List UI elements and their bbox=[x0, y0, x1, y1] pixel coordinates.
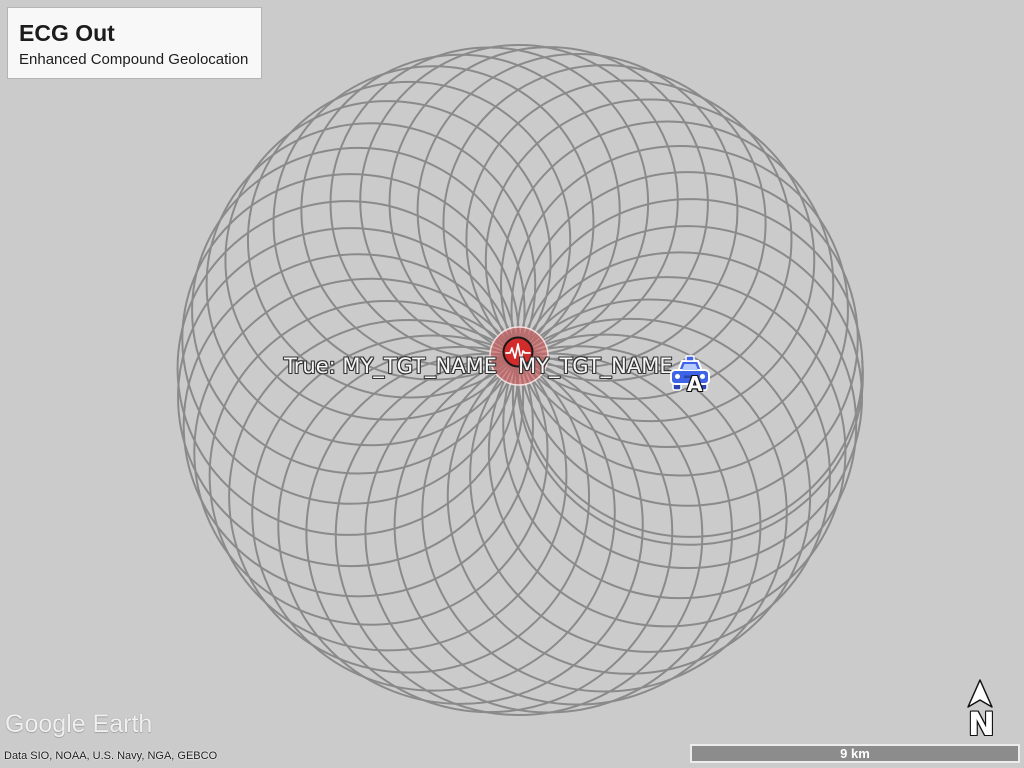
target-label[interactable]: MY_TGT_NAME bbox=[518, 354, 673, 378]
north-compass[interactable]: N bbox=[964, 678, 996, 743]
vehicle-label[interactable]: A bbox=[687, 373, 702, 395]
legend-panel: ECG Out Enhanced Compound Geolocation bbox=[7, 7, 262, 79]
geolocation-ring bbox=[336, 356, 703, 715]
geolocation-ring bbox=[390, 47, 708, 359]
map-view[interactable]: ECG Out Enhanced Compound Geolocation Tr… bbox=[0, 0, 1024, 768]
geolocation-ring bbox=[365, 353, 732, 712]
scale-bar: 9 km bbox=[690, 744, 1020, 763]
compass-north-label: N bbox=[968, 705, 995, 743]
geolocation-ring bbox=[306, 354, 672, 712]
true-target-label[interactable]: True: MY_TGT_NAME bbox=[284, 354, 497, 378]
data-attribution: Data SIO, NOAA, U.S. Navy, NGA, GEBCO bbox=[4, 750, 218, 762]
legend-subtitle: Enhanced Compound Geolocation bbox=[19, 51, 249, 68]
geolocation-ring bbox=[278, 347, 643, 704]
google-earth-logo: Google Earth bbox=[5, 710, 153, 738]
legend-title: ECG Out bbox=[19, 20, 115, 46]
scale-bar-label: 9 km bbox=[840, 746, 870, 761]
geolocation-ring bbox=[301, 55, 619, 367]
